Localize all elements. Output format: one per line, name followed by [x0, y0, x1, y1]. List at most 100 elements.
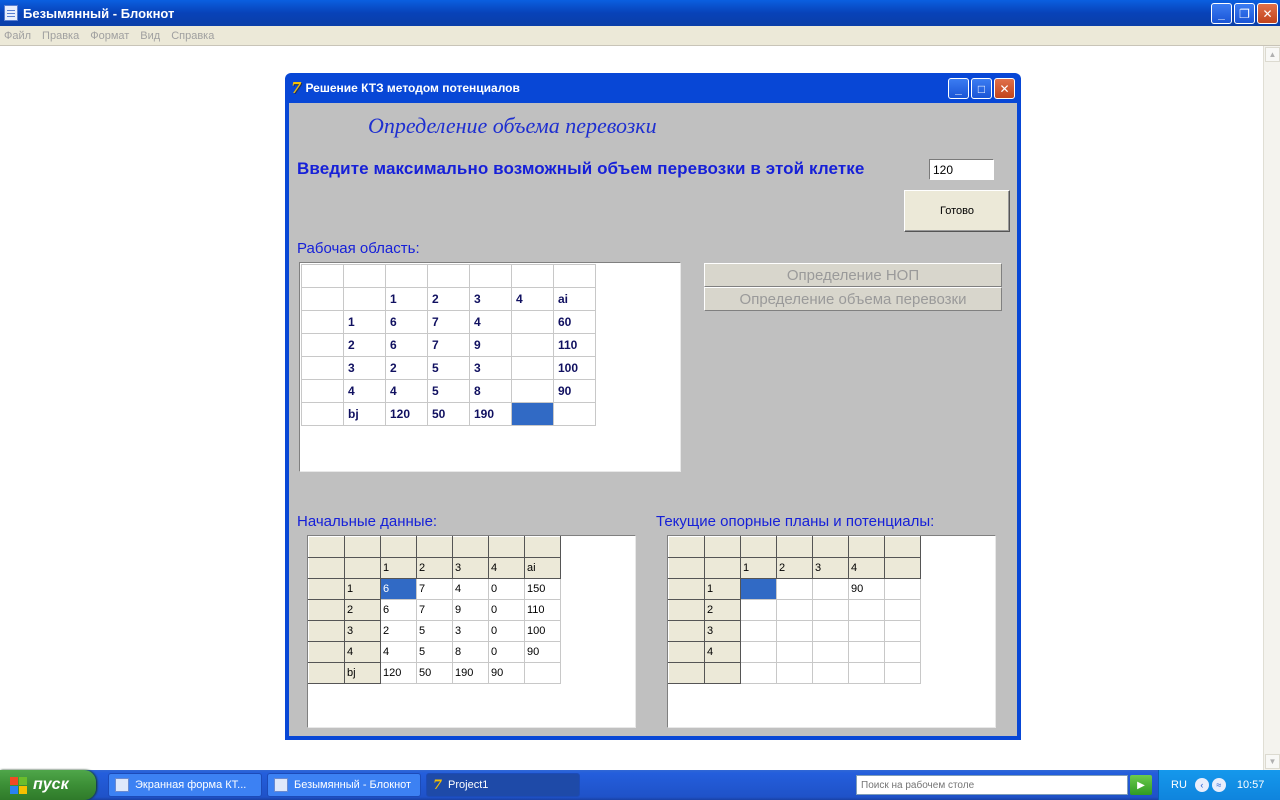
- grid-cell[interactable]: 5: [416, 620, 453, 642]
- scroll-up-icon[interactable]: ▲: [1265, 47, 1280, 62]
- grid-cell[interactable]: [776, 599, 813, 621]
- grid-cell[interactable]: [776, 620, 813, 642]
- grid-cell[interactable]: ai: [553, 287, 596, 311]
- language-indicator[interactable]: RU: [1171, 779, 1187, 791]
- task-screen-form[interactable]: Экранная форма КТ...: [108, 773, 262, 797]
- desktop-search-input[interactable]: [856, 775, 1128, 795]
- grid-cell[interactable]: 1: [704, 578, 741, 600]
- grid-cell[interactable]: [511, 356, 554, 380]
- grid-cell[interactable]: bj: [344, 662, 381, 684]
- grid-cell[interactable]: [553, 402, 596, 426]
- grid-cell[interactable]: [776, 578, 813, 600]
- grid-cell[interactable]: [668, 662, 705, 684]
- grid-cell[interactable]: 6: [385, 333, 428, 357]
- grid-cell[interactable]: [776, 662, 813, 684]
- grid-cell[interactable]: [740, 536, 777, 558]
- grid-cell[interactable]: 2: [385, 356, 428, 380]
- determine-volume-button[interactable]: Определение объема перевозки: [704, 287, 1002, 311]
- grid-cell[interactable]: [668, 620, 705, 642]
- tray-expand-icon[interactable]: ‹: [1194, 778, 1209, 792]
- grid-cell[interactable]: 3: [812, 557, 849, 579]
- grid-cell[interactable]: 90: [524, 641, 561, 663]
- grid-cell[interactable]: 5: [427, 379, 470, 403]
- grid-cell[interactable]: [524, 662, 561, 684]
- grid-cell[interactable]: [452, 536, 489, 558]
- grid-cell[interactable]: [301, 379, 344, 403]
- grid-cell[interactable]: 100: [553, 356, 596, 380]
- grid-cell[interactable]: [380, 536, 417, 558]
- determine-nop-button[interactable]: Определение НОП: [704, 263, 1002, 287]
- grid-cell[interactable]: [301, 287, 344, 311]
- grid-cell[interactable]: 190: [469, 402, 512, 426]
- grid-cell[interactable]: [385, 264, 428, 288]
- grid-cell[interactable]: 50: [416, 662, 453, 684]
- grid-cell[interactable]: [776, 641, 813, 663]
- grid-cell[interactable]: 7: [416, 599, 453, 621]
- grid-cell[interactable]: [308, 536, 345, 558]
- grid-cell[interactable]: 0: [488, 620, 525, 642]
- grid-cell[interactable]: 90: [553, 379, 596, 403]
- grid-cell[interactable]: 120: [385, 402, 428, 426]
- grid-cell[interactable]: [511, 264, 554, 288]
- grid-cell[interactable]: [740, 599, 777, 621]
- app-maximize-button[interactable]: □: [971, 78, 992, 99]
- task-notepad[interactable]: Безымянный - Блокнот: [267, 773, 421, 797]
- grid-cell[interactable]: 1: [385, 287, 428, 311]
- grid-cell[interactable]: 0: [488, 599, 525, 621]
- grid-cell[interactable]: 4: [488, 557, 525, 579]
- grid-cell[interactable]: 2: [427, 287, 470, 311]
- grid-cell[interactable]: [511, 310, 554, 334]
- grid-cell[interactable]: 1: [344, 578, 381, 600]
- grid-cell[interactable]: 6: [380, 599, 417, 621]
- grid-cell[interactable]: 190: [452, 662, 489, 684]
- grid-cell[interactable]: [848, 641, 885, 663]
- grid-cell[interactable]: 4: [385, 379, 428, 403]
- grid-cell[interactable]: ai: [524, 557, 561, 579]
- grid-cell[interactable]: 4: [344, 641, 381, 663]
- grid-cell[interactable]: 4: [848, 557, 885, 579]
- grid-cell[interactable]: [668, 536, 705, 558]
- grid-cell[interactable]: 3: [452, 557, 489, 579]
- notepad-close-button[interactable]: ✕: [1257, 3, 1278, 24]
- search-go-icon[interactable]: ▶: [1130, 775, 1152, 795]
- grid-cell[interactable]: 120: [380, 662, 417, 684]
- grid-cell[interactable]: [524, 536, 561, 558]
- grid-cell[interactable]: [308, 662, 345, 684]
- grid-cell[interactable]: [848, 599, 885, 621]
- grid-cell[interactable]: [416, 536, 453, 558]
- menu-edit[interactable]: Правка: [42, 30, 79, 42]
- start-button[interactable]: пуск: [0, 770, 96, 800]
- grid-cell[interactable]: [812, 620, 849, 642]
- grid-cell[interactable]: 90: [848, 578, 885, 600]
- grid-cell[interactable]: 150: [524, 578, 561, 600]
- grid-cell[interactable]: 50: [427, 402, 470, 426]
- task-project1[interactable]: 7 Project1: [426, 773, 580, 797]
- grid-cell[interactable]: 2: [343, 333, 386, 357]
- grid-cell[interactable]: 8: [452, 641, 489, 663]
- grid-cell[interactable]: [301, 356, 344, 380]
- grid-cell[interactable]: [553, 264, 596, 288]
- menu-view[interactable]: Вид: [140, 30, 160, 42]
- grid-cell[interactable]: [884, 578, 921, 600]
- grid-cell[interactable]: [668, 557, 705, 579]
- grid-cell[interactable]: [344, 536, 381, 558]
- grid-cell[interactable]: 2: [704, 599, 741, 621]
- grid-cell[interactable]: 1: [380, 557, 417, 579]
- notepad-title-bar[interactable]: Безымянный - Блокнот _ ❐ ✕: [0, 0, 1280, 26]
- grid-cell[interactable]: 1: [740, 557, 777, 579]
- grid-cell[interactable]: [704, 557, 741, 579]
- grid-cell[interactable]: [301, 333, 344, 357]
- grid-cell[interactable]: [488, 536, 525, 558]
- grid-cell[interactable]: 5: [416, 641, 453, 663]
- grid-cell[interactable]: 100: [524, 620, 561, 642]
- menu-format[interactable]: Формат: [90, 30, 129, 42]
- grid-cell[interactable]: [301, 310, 344, 334]
- grid-cell[interactable]: 3: [469, 287, 512, 311]
- grid-cell[interactable]: [812, 578, 849, 600]
- grid-cell[interactable]: [668, 578, 705, 600]
- grid-cell[interactable]: [848, 536, 885, 558]
- grid-cell[interactable]: [511, 333, 554, 357]
- grid-cell[interactable]: 60: [553, 310, 596, 334]
- grid-cell[interactable]: [344, 557, 381, 579]
- grid-cell[interactable]: 9: [469, 333, 512, 357]
